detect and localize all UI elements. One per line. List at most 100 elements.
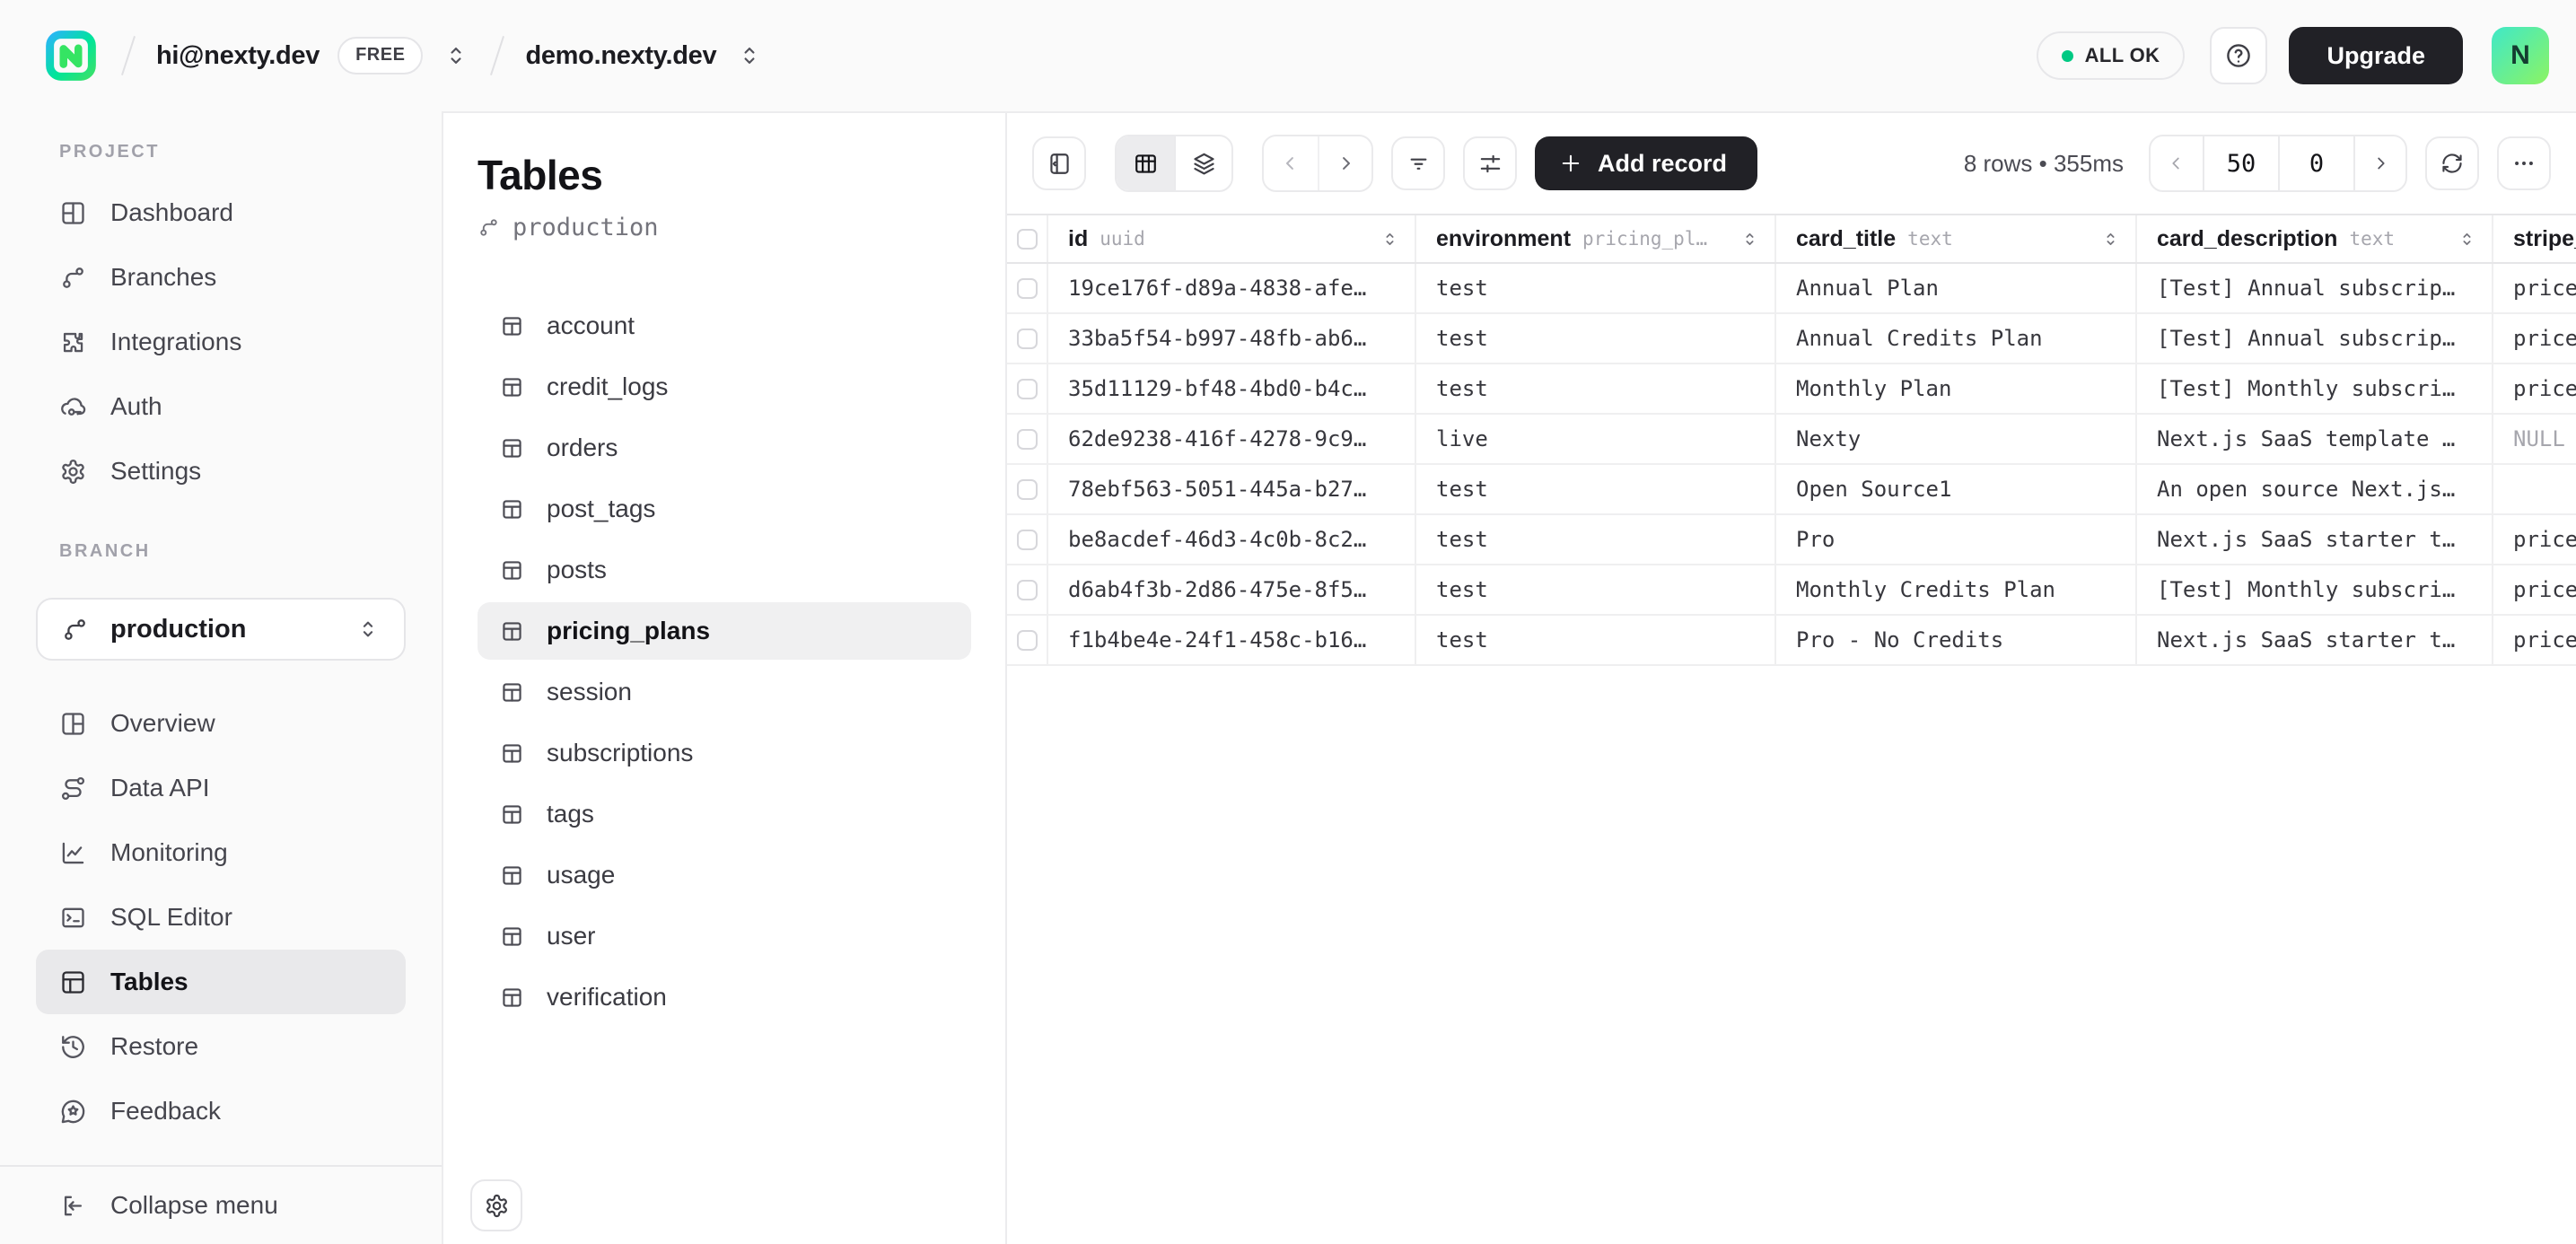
table-row[interactable]: 78ebf563-5051-445a-b27…testOpen Source1A… bbox=[1007, 465, 2576, 515]
sidebar-item-restore[interactable]: Restore bbox=[36, 1014, 406, 1079]
cell-id[interactable]: f1b4be4e-24f1-458c-b16… bbox=[1048, 616, 1416, 664]
page-size-value[interactable]: 50 bbox=[2203, 136, 2278, 190]
cell-card_title[interactable]: Annual Credits Plan bbox=[1776, 314, 2137, 363]
table-list-item-account[interactable]: account bbox=[478, 297, 971, 355]
cell-card_title[interactable]: Pro - No Credits bbox=[1776, 616, 2137, 664]
cell-stripe[interactable]: price bbox=[2493, 565, 2576, 614]
layers-view-button[interactable] bbox=[1174, 136, 1231, 190]
cell-card_title[interactable]: Monthly Credits Plan bbox=[1776, 565, 2137, 614]
table-list-item-pricing-plans[interactable]: pricing_plans bbox=[478, 602, 971, 660]
table-list-item-credit-logs[interactable]: credit_logs bbox=[478, 358, 971, 416]
cell-card_title[interactable]: Monthly Plan bbox=[1776, 364, 2137, 413]
column-header-card-title[interactable]: card_titletext bbox=[1776, 215, 2137, 262]
row-checkbox[interactable] bbox=[1017, 580, 1038, 600]
more-options-button[interactable] bbox=[2497, 136, 2551, 190]
table-list-item-verification[interactable]: verification bbox=[478, 968, 971, 1026]
avatar[interactable]: N bbox=[2492, 27, 2549, 84]
column-settings-button[interactable] bbox=[1463, 136, 1517, 190]
row-checkbox[interactable] bbox=[1017, 278, 1038, 299]
cell-card_description[interactable]: Next.js SaaS template … bbox=[2137, 415, 2493, 463]
cell-stripe[interactable] bbox=[2493, 465, 2576, 513]
add-record-button[interactable]: Add record bbox=[1535, 136, 1757, 190]
sidebar-item-tables[interactable]: Tables bbox=[36, 950, 406, 1014]
column-header-card-description[interactable]: card_descriptiontext bbox=[2137, 215, 2493, 262]
table-list-item-post-tags[interactable]: post_tags bbox=[478, 480, 971, 538]
org-breadcrumb[interactable]: hi@nexty.dev bbox=[156, 41, 320, 71]
cell-card_description[interactable]: [Test] Annual subscrip… bbox=[2137, 264, 2493, 312]
cell-environment[interactable]: test bbox=[1416, 565, 1776, 614]
column-header-environment[interactable]: environmentpricing_pl… bbox=[1416, 215, 1776, 262]
cell-stripe[interactable]: price bbox=[2493, 515, 2576, 564]
sidebar-item-auth[interactable]: Auth bbox=[36, 374, 406, 439]
cell-id[interactable]: 33ba5f54-b997-48fb-ab6… bbox=[1048, 314, 1416, 363]
cell-stripe[interactable]: price bbox=[2493, 264, 2576, 312]
prev-record-button[interactable] bbox=[1264, 136, 1318, 190]
cell-stripe[interactable]: price bbox=[2493, 616, 2576, 664]
cell-card_description[interactable]: [Test] Monthly subscri… bbox=[2137, 364, 2493, 413]
cell-card_description[interactable]: An open source Next.js… bbox=[2137, 465, 2493, 513]
table-row[interactable]: d6ab4f3b-2d86-475e-8f5…testMonthly Credi… bbox=[1007, 565, 2576, 616]
sidebar-item-data-api[interactable]: Data API bbox=[36, 756, 406, 820]
nexty-logo-icon[interactable] bbox=[41, 26, 101, 85]
page-next-button[interactable] bbox=[2353, 136, 2405, 190]
collapse-menu-button[interactable]: Collapse menu bbox=[36, 1167, 406, 1244]
cell-environment[interactable]: live bbox=[1416, 415, 1776, 463]
panel-settings-button[interactable] bbox=[470, 1179, 522, 1231]
row-checkbox[interactable] bbox=[1017, 630, 1038, 651]
page-prev-button[interactable] bbox=[2151, 136, 2203, 190]
grid-view-button[interactable] bbox=[1117, 136, 1174, 190]
sidebar-item-feedback[interactable]: Feedback bbox=[36, 1079, 406, 1143]
sidebar-item-overview[interactable]: Overview bbox=[36, 691, 406, 756]
page-offset-value[interactable]: 0 bbox=[2278, 136, 2353, 190]
cell-environment[interactable]: test bbox=[1416, 515, 1776, 564]
row-checkbox[interactable] bbox=[1017, 530, 1038, 550]
column-header-stripe[interactable]: stripe_ bbox=[2493, 215, 2576, 262]
sidebar-item-branches[interactable]: Branches bbox=[36, 245, 406, 310]
filter-button[interactable] bbox=[1391, 136, 1445, 190]
row-checkbox[interactable] bbox=[1017, 379, 1038, 399]
upgrade-button[interactable]: Upgrade bbox=[2289, 27, 2463, 84]
cell-card_title[interactable]: Nexty bbox=[1776, 415, 2137, 463]
cell-environment[interactable]: test bbox=[1416, 465, 1776, 513]
next-record-button[interactable] bbox=[1318, 136, 1371, 190]
collapse-panel-button[interactable] bbox=[1032, 136, 1086, 190]
cell-card_description[interactable]: Next.js SaaS starter t… bbox=[2137, 515, 2493, 564]
cell-id[interactable]: be8acdef-46d3-4c0b-8c2… bbox=[1048, 515, 1416, 564]
status-pill[interactable]: ALL OK bbox=[2037, 31, 2186, 80]
branch-selector[interactable]: production bbox=[36, 598, 406, 661]
cell-environment[interactable]: test bbox=[1416, 314, 1776, 363]
column-header-id[interactable]: iduuid bbox=[1048, 215, 1416, 262]
sidebar-item-settings[interactable]: Settings bbox=[36, 439, 406, 504]
cell-stripe[interactable]: NULL bbox=[2493, 415, 2576, 463]
table-list-item-tags[interactable]: tags bbox=[478, 785, 971, 843]
sidebar-item-monitoring[interactable]: Monitoring bbox=[36, 820, 406, 885]
sidebar-item-dashboard[interactable]: Dashboard bbox=[36, 180, 406, 245]
project-breadcrumb[interactable]: demo.nexty.dev bbox=[525, 41, 716, 71]
sidebar-item-sql-editor[interactable]: SQL Editor bbox=[36, 885, 406, 950]
cell-stripe[interactable]: price bbox=[2493, 364, 2576, 413]
cell-environment[interactable]: test bbox=[1416, 616, 1776, 664]
table-row[interactable]: 62de9238-416f-4278-9c9…liveNextyNext.js … bbox=[1007, 415, 2576, 465]
cell-card_title[interactable]: Open Source1 bbox=[1776, 465, 2137, 513]
cell-id[interactable]: 35d11129-bf48-4bd0-b4c… bbox=[1048, 364, 1416, 413]
sidebar-item-integrations[interactable]: Integrations bbox=[36, 310, 406, 374]
cell-card_description[interactable]: [Test] Monthly subscri… bbox=[2137, 565, 2493, 614]
table-row[interactable]: 33ba5f54-b997-48fb-ab6…testAnnual Credit… bbox=[1007, 314, 2576, 364]
table-list-item-session[interactable]: session bbox=[478, 663, 971, 721]
row-checkbox[interactable] bbox=[1017, 329, 1038, 349]
table-row[interactable]: 19ce176f-d89a-4838-afe…testAnnual Plan[T… bbox=[1007, 264, 2576, 314]
cell-id[interactable]: 62de9238-416f-4278-9c9… bbox=[1048, 415, 1416, 463]
row-checkbox[interactable] bbox=[1017, 479, 1038, 500]
cell-stripe[interactable]: price bbox=[2493, 314, 2576, 363]
row-checkbox[interactable] bbox=[1017, 429, 1038, 450]
help-button[interactable] bbox=[2210, 27, 2267, 84]
table-row[interactable]: be8acdef-46d3-4c0b-8c2…testProNext.js Sa… bbox=[1007, 515, 2576, 565]
project-selector-chevrons-icon[interactable] bbox=[736, 42, 763, 69]
table-list-item-user[interactable]: user bbox=[478, 907, 971, 965]
table-list-item-orders[interactable]: orders bbox=[478, 419, 971, 477]
select-all-checkbox[interactable] bbox=[1017, 229, 1038, 250]
cell-id[interactable]: 78ebf563-5051-445a-b27… bbox=[1048, 465, 1416, 513]
table-row[interactable]: 35d11129-bf48-4bd0-b4c…testMonthly Plan[… bbox=[1007, 364, 2576, 415]
cell-card_description[interactable]: Next.js SaaS starter t… bbox=[2137, 616, 2493, 664]
org-selector-chevrons-icon[interactable] bbox=[442, 42, 469, 69]
